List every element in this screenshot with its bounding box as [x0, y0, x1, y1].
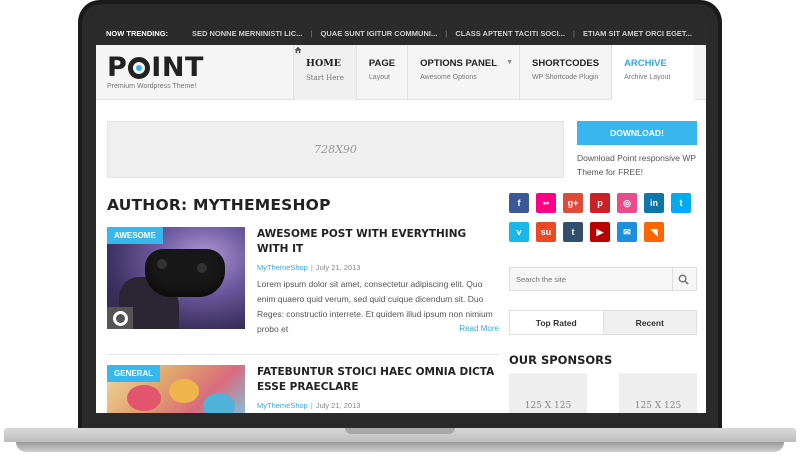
- meta-separator: |: [310, 401, 313, 410]
- sponsors-heading: Our Sponsors: [509, 353, 613, 367]
- nav-item-label: Home: [306, 58, 342, 69]
- flickr-icon[interactable]: ••: [536, 193, 556, 213]
- nav-item-shortcodes[interactable]: Shortcodes WP Shortcode Plugin: [519, 45, 611, 100]
- nav-item-sublabel: Layout: [368, 74, 390, 81]
- google-plus-icon[interactable]: g+: [563, 193, 583, 213]
- tab-top-rated[interactable]: Top Rated: [510, 311, 604, 334]
- category-badge[interactable]: Awesome: [107, 227, 163, 244]
- post-thumbnail[interactable]: General: [107, 365, 245, 413]
- post-author[interactable]: MyThemeShop: [257, 401, 308, 410]
- vimeo-icon[interactable]: v: [509, 222, 529, 242]
- rss-icon[interactable]: ◥: [644, 222, 664, 242]
- email-icon[interactable]: ✉: [617, 222, 637, 242]
- laptop-base-bottom: [16, 442, 784, 452]
- category-badge[interactable]: General: [107, 365, 161, 382]
- nav-item-label: Shortcodes: [532, 58, 600, 69]
- post-card: General Fatebuntur Stoici haec omnia dic…: [107, 365, 499, 413]
- site-header: P INT Premium Wordpress Theme! Home Start…: [96, 45, 706, 100]
- laptop-frame: NOW TRENDING: SED NONNE MERNINISTI LIC..…: [0, 0, 800, 460]
- nav-item-page[interactable]: Page Layout: [355, 45, 407, 100]
- post-body: Fatebuntur Stoici haec omnia dicta esse …: [257, 365, 499, 410]
- download-button[interactable]: DOWNLOAD!: [577, 121, 697, 145]
- social-icons: f •• g+ p ◎ in t v su t ▶ ✉ ◥: [509, 193, 704, 242]
- page-title: Author: MyThemeShop: [107, 196, 331, 214]
- post-title[interactable]: Awesome Post With Everything With It: [257, 227, 499, 257]
- post-meta: MyThemeShop | July 21, 2013: [257, 263, 499, 272]
- site-logo[interactable]: P INT Premium Wordpress Theme!: [107, 54, 204, 91]
- nav-item-sublabel: Awesome Options: [420, 74, 477, 81]
- search-box: [509, 267, 697, 291]
- trending-link[interactable]: CLASS APTENT TACITI SOCI...: [447, 29, 573, 38]
- nav-item-sublabel: Start Here: [306, 74, 344, 82]
- caret-down-icon: ▼: [506, 59, 514, 66]
- download-description: Download Point responsive WP Theme for F…: [577, 153, 696, 177]
- logo-tagline: Premium Wordpress Theme!: [107, 83, 197, 90]
- nav-item-sublabel: Archive Layout: [624, 74, 671, 81]
- nav-item-home[interactable]: Home Start Here: [293, 45, 356, 100]
- logo-letter-p: P: [107, 52, 128, 83]
- post-author[interactable]: MyThemeShop: [257, 263, 308, 272]
- post-format-icon: [107, 307, 133, 329]
- laptop-notch: [345, 428, 455, 434]
- logo-o-mark: [128, 57, 151, 79]
- nav-item-options-panel[interactable]: Options Panel Awesome Options ▼: [407, 45, 519, 100]
- trending-bar: NOW TRENDING: SED NONNE MERNINISTI LIC..…: [96, 22, 706, 45]
- post-meta: MyThemeShop | July 21, 2013: [257, 401, 499, 410]
- home-icon: [294, 46, 302, 54]
- ad-banner[interactable]: 728X90: [107, 121, 564, 178]
- nav-item-label: Archive: [624, 58, 667, 69]
- sidebar-tabs: Top Rated Recent: [509, 310, 697, 335]
- post-date: July 21, 2013: [315, 401, 361, 410]
- trending-link[interactable]: ETIAM SIT AMET ORCI EGET...: [575, 29, 700, 38]
- laptop-base: [0, 428, 800, 460]
- meta-separator: |: [310, 263, 313, 272]
- nav-item-archive[interactable]: Archive Archive Layout: [611, 45, 695, 100]
- game-controller-image: [145, 249, 225, 297]
- nav-item-sublabel: WP Shortcode Plugin: [532, 74, 599, 81]
- tab-recent[interactable]: Recent: [603, 311, 696, 334]
- trending-label: NOW TRENDING:: [106, 29, 169, 38]
- paint-blob-image: [169, 379, 199, 403]
- pinterest-icon[interactable]: p: [590, 193, 610, 213]
- post-title[interactable]: Fatebuntur Stoici haec omnia dicta esse …: [257, 365, 499, 395]
- facebook-icon[interactable]: f: [509, 193, 529, 213]
- youtube-icon[interactable]: ▶: [590, 222, 610, 242]
- post-card: Awesome Awesome Post With Everything Wit…: [107, 227, 499, 355]
- sponsor-ad[interactable]: 125 X 125: [619, 373, 697, 413]
- nav-item-label: Page: [368, 58, 396, 69]
- read-more-link[interactable]: Read More: [459, 324, 499, 333]
- linkedin-icon[interactable]: in: [644, 193, 664, 213]
- trending-link[interactable]: SED NONNE MERNINISTI LIC...: [184, 29, 310, 38]
- tumblr-icon[interactable]: t: [563, 222, 583, 242]
- trending-link[interactable]: QUAE SUNT IGITUR COMMUNI...: [313, 29, 446, 38]
- paint-blob-image: [203, 393, 235, 413]
- logo-letters-int: INT: [151, 52, 204, 83]
- paint-blob-image: [127, 385, 161, 411]
- search-input[interactable]: [510, 268, 672, 290]
- post-date: July 21, 2013: [315, 263, 361, 272]
- browser-viewport: NOW TRENDING: SED NONNE MERNINISTI LIC..…: [96, 22, 706, 413]
- post-thumbnail[interactable]: Awesome: [107, 227, 245, 329]
- sponsor-ad[interactable]: 125 X 125: [509, 373, 587, 413]
- twitter-icon[interactable]: t: [671, 193, 691, 213]
- nav-item-label: Options Panel: [420, 58, 498, 69]
- search-button[interactable]: [672, 268, 694, 290]
- stumbleupon-icon[interactable]: su: [536, 222, 556, 242]
- dribbble-icon[interactable]: ◎: [617, 193, 637, 213]
- search-icon: [678, 274, 689, 285]
- post-body: Awesome Post With Everything With It MyT…: [257, 227, 499, 337]
- main-nav: Home Start Here Page Layout Options Pane…: [293, 45, 695, 100]
- logo-wordmark: P INT: [107, 54, 204, 82]
